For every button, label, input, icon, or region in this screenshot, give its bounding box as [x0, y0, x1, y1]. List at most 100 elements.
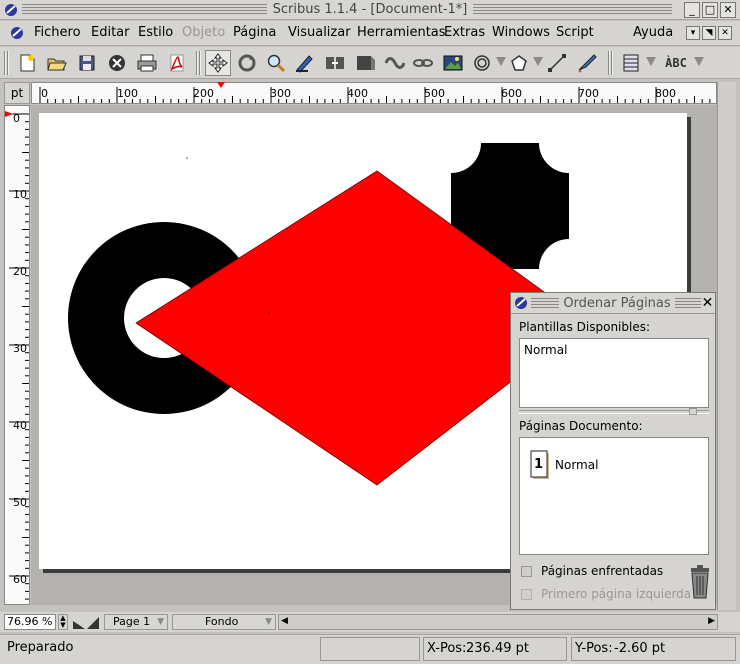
vertical-scrollbar[interactable]: [717, 82, 736, 610]
menu-ayuda[interactable]: Ayuda: [633, 25, 673, 40]
menu-herramientas[interactable]: Herramientas: [357, 25, 446, 40]
xpos-field: X-Pos: 236.49 pt: [423, 637, 567, 661]
hruler-label-0: 0: [41, 87, 48, 100]
menu-windows[interactable]: Windows: [492, 25, 550, 40]
panel-app-icon: [514, 296, 528, 310]
vruler-label-20: 20: [13, 265, 27, 278]
facing-pages-label: Páginas enfrentadas: [541, 564, 664, 578]
pdf-icon[interactable]: [164, 50, 190, 76]
menu-extras[interactable]: Extras: [444, 25, 485, 40]
menu-estilo[interactable]: Estilo: [138, 25, 173, 40]
open-folder-icon[interactable]: [44, 50, 70, 76]
xpos-label: X-Pos:: [427, 641, 467, 656]
status-bar: Preparado X-Pos: 236.49 pt Y-Pos: -2.60 …: [0, 634, 740, 664]
zoom-stepper[interactable]: ▲ ▼: [58, 614, 68, 630]
spellcheck-icon[interactable]: ÀBC: [658, 50, 694, 76]
horizontal-scrollbar[interactable]: ◀ ▶: [278, 614, 718, 630]
progress-field: [320, 637, 420, 661]
vruler-marker: [5, 111, 13, 117]
polygon-icon[interactable]: [506, 50, 532, 76]
spellcheck-dropdown-icon[interactable]: [694, 57, 704, 66]
bezier-icon[interactable]: [574, 50, 600, 76]
toolbar: ÀBC: [0, 47, 740, 79]
mdi-restore-button[interactable]: ◥: [702, 26, 716, 40]
vruler-label-30: 30: [13, 342, 27, 355]
ypos-value: -2.60 pt: [614, 641, 666, 656]
pages-label: Páginas Documento:: [519, 419, 643, 433]
chain-icon[interactable]: [410, 50, 436, 76]
vruler-label-60: 60: [13, 573, 27, 586]
hruler-label-200: 200: [193, 87, 214, 100]
templates-list[interactable]: Normal: [519, 338, 709, 408]
spellcheck-label: ÀBC: [665, 56, 687, 70]
vruler-label-0: 0: [13, 112, 20, 125]
rotate-icon[interactable]: [234, 50, 260, 76]
page-thumbnail[interactable]: 1: [530, 450, 550, 480]
unlink-icon[interactable]: [352, 50, 378, 76]
mdi-close-button[interactable]: ✕: [718, 26, 732, 40]
first-left-label: Primero página izquierda: [541, 587, 692, 601]
save-icon[interactable]: [74, 50, 100, 76]
layer-select[interactable]: Fondo ▼: [172, 614, 276, 630]
polygon-dropdown-icon[interactable]: [533, 57, 543, 66]
panel-title: Ordenar Páginas: [559, 296, 675, 311]
panel-splitter[interactable]: [519, 408, 709, 415]
edit-text-icon[interactable]: [292, 50, 318, 76]
pages-list[interactable]: 1 Normal: [519, 437, 709, 555]
menu-fichero[interactable]: Fichero: [34, 25, 81, 40]
vruler-label-40: 40: [13, 419, 27, 432]
mdi-minimize-button[interactable]: ▾: [686, 26, 700, 40]
ruler-unit[interactable]: pt: [4, 82, 30, 104]
scroll-right-icon[interactable]: ▶: [708, 616, 715, 626]
hruler-label-600: 600: [501, 87, 522, 100]
template-item-normal[interactable]: Normal: [524, 343, 567, 357]
maximize-button[interactable]: □: [702, 2, 718, 18]
facing-pages-checkbox[interactable]: [521, 566, 532, 577]
scroll-left-icon[interactable]: ◀: [281, 616, 288, 626]
menu-bar: Fichero Editar Estilo Objeto Página Visu…: [0, 21, 740, 46]
page-select-value: Page 1: [113, 615, 151, 628]
print-icon[interactable]: [134, 50, 160, 76]
first-left-checkbox[interactable]: [521, 589, 532, 600]
zoom-in-icon[interactable]: [86, 616, 100, 633]
ypos-field: Y-Pos: -2.60 pt: [571, 637, 736, 661]
trash-icon[interactable]: [687, 565, 713, 599]
close-button[interactable]: ✕: [720, 2, 736, 18]
window-title: Scribus 1.1.4 - [Document-1*]: [266, 2, 474, 17]
status-message: Preparado: [7, 640, 74, 655]
image-icon[interactable]: [440, 50, 466, 76]
ellipse-dropdown-icon[interactable]: [496, 57, 506, 66]
minimize-button[interactable]: _: [684, 2, 700, 18]
close-icon[interactable]: [104, 50, 130, 76]
menu-editar[interactable]: Editar: [91, 25, 130, 40]
page-select[interactable]: Page 1 ▼: [104, 614, 168, 630]
hruler-label-500: 500: [424, 87, 445, 100]
zoom-field[interactable]: 76.96 %: [4, 614, 56, 630]
link-text-icon[interactable]: [322, 50, 348, 76]
page-thumbnail-number: 1: [534, 457, 544, 472]
hruler-label-400: 400: [347, 87, 368, 100]
arrange-pages-panel: Ordenar Páginas ✕ Plantillas Disponibles…: [510, 292, 716, 610]
shape-icon[interactable]: [382, 50, 408, 76]
ellipse-icon[interactable]: [469, 50, 495, 76]
menu-pagina[interactable]: Página: [233, 25, 276, 40]
panel-close-icon[interactable]: ✕: [700, 295, 715, 311]
menu-objeto[interactable]: Objeto: [182, 25, 225, 40]
zoom-out-icon[interactable]: [72, 616, 86, 633]
line-icon[interactable]: [544, 50, 570, 76]
table-icon[interactable]: [618, 50, 644, 76]
hruler-label-300: 300: [270, 87, 291, 100]
zoom-icon[interactable]: [263, 50, 289, 76]
new-document-icon[interactable]: [14, 50, 40, 76]
menu-script[interactable]: Script: [556, 25, 594, 40]
panel-title-bar[interactable]: Ordenar Páginas ✕: [511, 293, 715, 314]
scribus-menu-icon[interactable]: [10, 26, 24, 40]
move-icon[interactable]: [205, 50, 231, 76]
vruler-label-50: 50: [13, 496, 27, 509]
menu-visualizar[interactable]: Visualizar: [288, 25, 351, 40]
hruler-label-800: 800: [655, 87, 676, 100]
hruler-label-700: 700: [578, 87, 599, 100]
layer-select-value: Fondo: [205, 615, 239, 628]
cursor-position-marker: [217, 82, 225, 88]
table-dropdown-icon[interactable]: [646, 57, 656, 66]
